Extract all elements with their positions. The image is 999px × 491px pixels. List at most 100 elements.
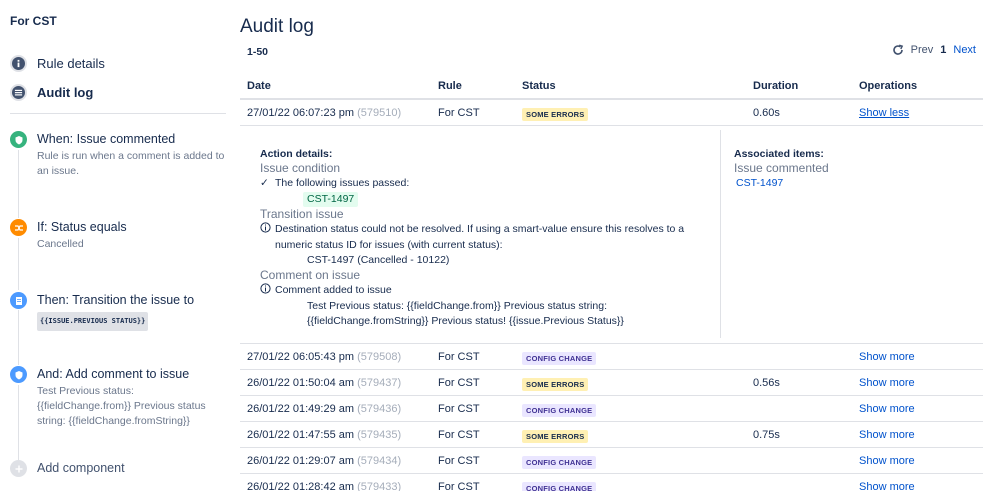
document-icon <box>10 292 27 309</box>
column-header-date: Date <box>247 80 271 92</box>
smart-value-tag: {{ISSUE.PREVIOUS STATUS}} <box>37 312 149 331</box>
info-circle-icon <box>260 222 272 238</box>
check-icon: ✓ <box>260 177 269 189</box>
row-date: 26/01/22 01:49:29 am (579436) <box>247 403 402 415</box>
show-more-link[interactable]: Show more <box>859 351 915 363</box>
page-title: Audit log <box>240 16 314 37</box>
status-badge: SOME ERRORS <box>522 378 589 391</box>
row-date: 26/01/22 01:50:04 am (579437) <box>247 377 402 389</box>
comment-text: Test Previous status: {{fieldChange.from… <box>307 300 607 312</box>
component-title: And: Add comment to issue <box>37 367 190 381</box>
row-id: (579435) <box>357 429 402 441</box>
show-more-link[interactable]: Show more <box>859 429 915 441</box>
row-rule: For CST <box>438 377 480 389</box>
shuffle-icon <box>10 219 27 236</box>
passed-line: ✓ The following issues passed: <box>260 177 410 189</box>
component-subtitle: Test Previous status: {{fieldChange.from… <box>37 385 206 427</box>
status-badge: SOME ERRORS <box>522 108 589 121</box>
current-page: 1 <box>940 44 947 56</box>
row-rule: For CST <box>438 107 480 119</box>
status-badge: SOME ERRORS <box>522 430 589 443</box>
associated-type: Issue commented <box>734 161 829 175</box>
info-circle-icon <box>260 283 272 299</box>
log-rows: 27/01/22 06:05:43 pm (579508) For CST CONF… <box>240 344 983 491</box>
prev-page-link[interactable]: Prev <box>911 44 934 56</box>
column-header-duration: Duration <box>753 80 799 92</box>
component-condition[interactable]: If: Status equals Cancelled <box>10 219 226 252</box>
project-title: For CST <box>10 14 57 28</box>
result-range: 1-50 <box>247 46 269 58</box>
audit-log-table: Date Rule Status Duration Operations 27/… <box>240 74 983 491</box>
details-divider <box>720 130 721 338</box>
row-details-panel: Action details: Issue condition ✓ The fo… <box>240 126 983 344</box>
next-page-link[interactable]: Next <box>953 44 976 56</box>
table-row: 26/01/22 01:28:42 am (579433) For CST CONF… <box>240 474 983 491</box>
component-subtitle: Rule is run when a comment is added to a… <box>37 150 225 177</box>
status-badge: CONFIG CHANGE <box>522 456 597 469</box>
row-rule: For CST <box>438 429 480 441</box>
component-title: If: Status equals <box>37 220 127 234</box>
info-icon <box>10 54 27 72</box>
status-badge: CONFIG CHANGE <box>522 352 597 365</box>
show-more-link[interactable]: Show more <box>859 403 915 415</box>
component-title: Add component <box>37 461 125 475</box>
row-rule: For CST <box>438 481 480 491</box>
refresh-icon[interactable] <box>892 44 904 56</box>
sidebar-divider <box>10 113 226 114</box>
table-row: 26/01/22 01:47:55 am (579435) For CST SOME… <box>240 422 983 448</box>
component-subtitle: Cancelled <box>37 238 84 250</box>
show-more-link[interactable]: Show more <box>859 481 915 491</box>
column-header-status: Status <box>522 80 556 92</box>
show-less-link[interactable]: Show less <box>859 107 909 119</box>
passed-issue-key[interactable]: CST-1497 <box>303 192 359 207</box>
row-date: 27/01/22 06:07:23 pm (579510) <box>247 107 402 119</box>
row-date: 26/01/22 01:28:42 am (579433) <box>247 481 402 491</box>
associated-issue-link[interactable]: CST-1497 <box>734 176 829 191</box>
table-row: 26/01/22 01:50:04 am (579437) For CST SOME… <box>240 370 983 396</box>
row-date: 26/01/22 01:47:55 am (579435) <box>247 429 402 441</box>
row-id: (579434) <box>357 455 402 467</box>
row-date: 26/01/22 01:29:07 am (579434) <box>247 455 402 467</box>
shield-icon <box>10 131 27 148</box>
component-action-transition[interactable]: Then: Transition the issue to {{ISSUE.PR… <box>10 292 226 331</box>
row-id: (579508) <box>357 351 402 363</box>
row-rule: For CST <box>438 351 480 363</box>
table-row: 27/01/22 06:05:43 pm (579508) For CST CONF… <box>240 344 983 370</box>
component-trigger[interactable]: When: Issue commented Rule is run when a… <box>10 131 226 179</box>
nav-audit-log[interactable]: Audit log <box>10 82 93 102</box>
column-header-rule: Rule <box>438 80 462 92</box>
transition-error: Destination status could not be resolved… <box>260 222 720 238</box>
row-id: (579433) <box>357 481 402 491</box>
nav-label: Rule details <box>37 55 105 71</box>
associated-items-heading: Associated items: <box>734 148 824 160</box>
table-row: 26/01/22 01:49:29 am (579436) For CST CONF… <box>240 396 983 422</box>
row-date: 27/01/22 06:05:43 pm (579508) <box>247 351 402 363</box>
transition-error-cont: numeric status ID for issues (with curre… <box>275 239 503 251</box>
add-component-button[interactable]: Add component <box>10 460 226 477</box>
section-comment-on-issue: Comment on issue <box>260 268 361 282</box>
action-details-heading: Action details: <box>260 148 333 160</box>
show-more-link[interactable]: Show more <box>859 377 915 389</box>
component-title: When: Issue commented <box>37 132 176 146</box>
status-badge: CONFIG CHANGE <box>522 404 597 417</box>
component-action-comment[interactable]: And: Add comment to issue Test Previous … <box>10 366 226 429</box>
table-header: Date Rule Status Duration Operations <box>240 74 983 100</box>
table-row: 26/01/22 01:29:07 am (579434) For CST CONF… <box>240 448 983 474</box>
show-more-link[interactable]: Show more <box>859 455 915 467</box>
transition-issue-status: CST-1497 (Cancelled - 10122) <box>307 254 450 266</box>
column-header-operations: Operations <box>859 80 918 92</box>
row-duration: 0.56s <box>753 377 780 389</box>
row-rule: For CST <box>438 455 480 467</box>
nav-rule-details[interactable]: Rule details <box>10 53 105 73</box>
associated-items: Associated items: Issue commented CST-14… <box>734 147 829 191</box>
action-details: Action details: Issue condition ✓ The fo… <box>260 147 720 329</box>
row-duration: 0.75s <box>753 429 780 441</box>
row-duration: 0.60s <box>753 107 780 119</box>
comment-added: Comment added to issue <box>260 283 720 299</box>
table-row-expanded: 27/01/22 06:07:23 pm (579510) For CST SO… <box>240 100 983 126</box>
sidebar: For CST Rule details Audit log When: Iss… <box>0 0 228 491</box>
section-transition-issue: Transition issue <box>260 207 344 221</box>
row-id: (579437) <box>357 377 402 389</box>
plus-icon <box>10 460 27 477</box>
row-rule: For CST <box>438 403 480 415</box>
